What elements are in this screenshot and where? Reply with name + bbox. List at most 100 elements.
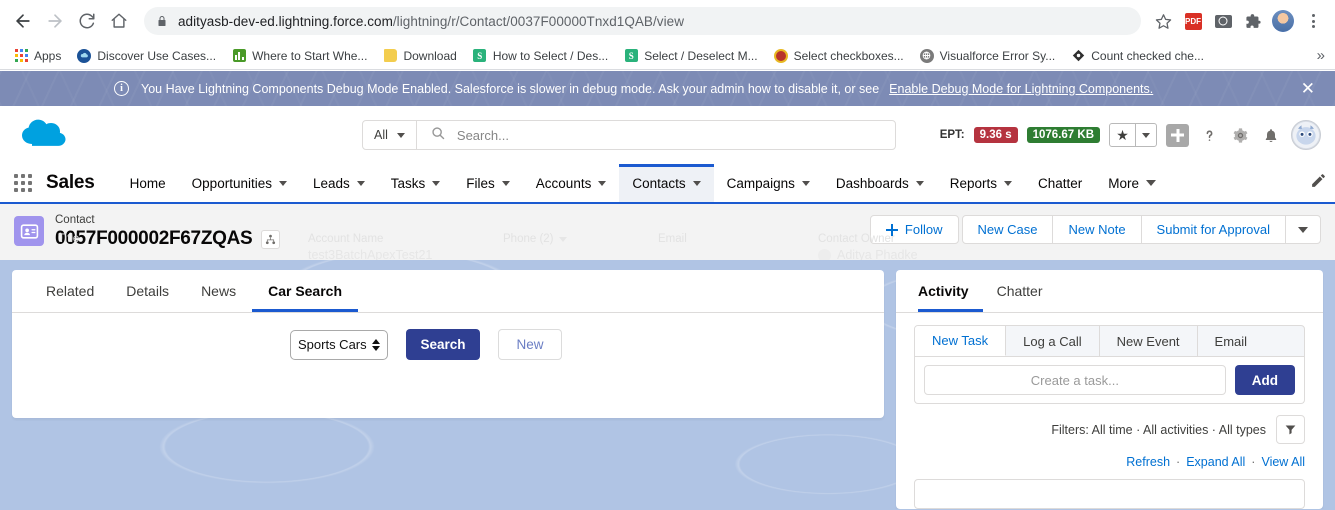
bookmark-how-to-select[interactable]: S How to Select / Des... xyxy=(465,46,616,66)
nav-item-contacts[interactable]: Contacts xyxy=(619,164,714,202)
bookmark-count-checked[interactable]: Count checked che... xyxy=(1063,46,1212,66)
funnel-icon[interactable] xyxy=(1276,415,1305,444)
app-navigation-bar: Sales Home Opportunities Leads Tasks Fil… xyxy=(0,164,1335,204)
pencil-icon[interactable] xyxy=(1310,172,1335,194)
link-separator: · xyxy=(1176,455,1181,469)
expand-all-link[interactable]: Expand All xyxy=(1186,455,1245,469)
bookmark-label: Count checked che... xyxy=(1091,48,1204,63)
nav-item-files[interactable]: Files xyxy=(453,164,523,202)
address-bar[interactable]: adityasb-dev-ed.lightning.force.com/ligh… xyxy=(144,7,1141,35)
nav-item-opportunities[interactable]: Opportunities xyxy=(179,164,300,202)
nav-item-reports[interactable]: Reports xyxy=(937,164,1025,202)
apps-grid-icon xyxy=(14,49,28,63)
activity-subtabs: New Task Log a Call New Event Email xyxy=(914,325,1305,357)
chrome-profile-avatar[interactable] xyxy=(1269,7,1297,35)
highlight-label: Phone (2) xyxy=(503,232,658,247)
tab-activity[interactable]: Activity xyxy=(918,270,983,312)
bookmark-discover-use-cases[interactable]: Discover Use Cases... xyxy=(69,46,224,66)
pdf-extension-icon[interactable]: PDF xyxy=(1179,7,1207,35)
back-arrow-icon[interactable] xyxy=(8,6,38,36)
search-button[interactable]: Search xyxy=(406,329,480,360)
enable-debug-mode-link[interactable]: Enable Debug Mode for Lightning Componen… xyxy=(889,82,1153,96)
record-columns: Related Details News Car Search Sports C… xyxy=(0,260,1335,509)
subtab-email[interactable]: Email xyxy=(1198,326,1265,356)
highlight-value: Aditya Phadke xyxy=(818,247,998,260)
reload-icon[interactable] xyxy=(72,6,102,36)
nav-item-chatter[interactable]: Chatter xyxy=(1025,164,1095,202)
new-task-row: Create a task... Add xyxy=(914,357,1305,404)
hierarchy-icon[interactable] xyxy=(261,229,281,249)
follow-button[interactable]: Follow xyxy=(869,215,959,244)
nav-item-home[interactable]: Home xyxy=(117,164,179,202)
favorites-control[interactable]: ★ xyxy=(1109,123,1157,147)
chart-bars-icon xyxy=(232,49,246,63)
nav-item-tasks[interactable]: Tasks xyxy=(378,164,454,202)
nav-item-more[interactable]: More xyxy=(1095,164,1169,202)
create-task-input[interactable]: Create a task... xyxy=(924,365,1226,395)
subtab-log-a-call[interactable]: Log a Call xyxy=(1006,326,1100,356)
salesforce-cloud-logo[interactable] xyxy=(18,113,76,158)
ept-label: EPT: xyxy=(939,129,965,141)
tab-details[interactable]: Details xyxy=(110,270,185,312)
chrome-menu-icon[interactable] xyxy=(1299,7,1327,35)
chevron-down-icon xyxy=(598,180,607,186)
bookmark-where-to-start[interactable]: Where to Start Whe... xyxy=(224,46,375,66)
search-input[interactable]: Search... xyxy=(417,126,895,145)
screenshot-extension-icon[interactable] xyxy=(1209,7,1237,35)
car-type-select[interactable]: Sports Cars xyxy=(290,329,388,360)
record-object-label: Contact xyxy=(55,214,95,226)
question-mark-icon[interactable] xyxy=(1198,126,1220,145)
bookmark-download[interactable]: Download xyxy=(375,46,464,66)
forward-arrow-icon[interactable] xyxy=(40,6,70,36)
record-action-buttons: Follow New Case New Note Submit for Appr… xyxy=(869,215,1321,244)
submit-for-approval-button[interactable]: Submit for Approval xyxy=(1140,215,1286,244)
bookmark-select-deselect[interactable]: S Select / Deselect M... xyxy=(616,46,765,66)
favorites-chevron-down-icon[interactable] xyxy=(1135,124,1156,146)
global-search-box[interactable]: All Search... xyxy=(362,120,896,150)
record-actions-more-button[interactable] xyxy=(1285,215,1321,244)
bell-icon[interactable] xyxy=(1260,127,1282,144)
bookmark-visualforce-error[interactable]: Visualforce Error Sy... xyxy=(912,46,1064,66)
filters-summary: Filters: All time · All activities · All… xyxy=(1051,422,1266,437)
plus-icon[interactable] xyxy=(1166,123,1189,147)
new-case-button[interactable]: New Case xyxy=(961,215,1054,244)
bookmark-star-icon[interactable] xyxy=(1149,7,1177,35)
user-avatar[interactable] xyxy=(1291,120,1321,150)
new-note-button[interactable]: New Note xyxy=(1052,215,1142,244)
new-button[interactable]: New xyxy=(498,329,562,360)
nav-item-leads[interactable]: Leads xyxy=(300,164,378,202)
chevron-down-icon xyxy=(558,237,567,242)
tab-related[interactable]: Related xyxy=(30,270,110,312)
subtab-new-task[interactable]: New Task xyxy=(915,326,1007,356)
nav-label: Leads xyxy=(312,175,350,191)
chevron-down-icon xyxy=(801,180,810,186)
bookmark-apps[interactable]: Apps xyxy=(6,46,69,66)
subtab-new-event[interactable]: New Event xyxy=(1100,326,1198,356)
tab-news[interactable]: News xyxy=(185,270,252,312)
chevron-down-icon xyxy=(1298,226,1308,233)
add-task-button[interactable]: Add xyxy=(1234,365,1295,395)
search-scope-selector[interactable]: All xyxy=(363,121,417,149)
bookmark-label: How to Select / Des... xyxy=(492,48,609,63)
refresh-link[interactable]: Refresh xyxy=(1126,455,1170,469)
star-icon[interactable]: ★ xyxy=(1110,124,1135,146)
nav-item-campaigns[interactable]: Campaigns xyxy=(714,164,823,202)
activity-panel: Activity Chatter New Task Log a Call New… xyxy=(896,270,1323,509)
tab-car-search[interactable]: Car Search xyxy=(252,270,358,312)
home-icon[interactable] xyxy=(104,6,134,36)
spinner-arrows-icon[interactable] xyxy=(372,338,380,351)
bookmark-select-checkboxes[interactable]: Select checkboxes... xyxy=(766,46,912,66)
bookmarks-overflow-button[interactable]: » xyxy=(1317,47,1329,64)
extensions-puzzle-icon[interactable] xyxy=(1239,7,1267,35)
view-all-link[interactable]: View All xyxy=(1261,455,1305,469)
search-icon xyxy=(431,126,445,145)
close-icon[interactable]: ✕ xyxy=(1301,80,1321,97)
activity-tab-bar: Activity Chatter xyxy=(896,270,1323,313)
nav-item-accounts[interactable]: Accounts xyxy=(523,164,620,202)
nav-item-dashboards[interactable]: Dashboards xyxy=(823,164,937,202)
tab-chatter[interactable]: Chatter xyxy=(983,270,1057,312)
plus-icon xyxy=(886,224,898,236)
activity-composer: New Task Log a Call New Event Email Crea… xyxy=(896,313,1323,509)
app-launcher-icon[interactable] xyxy=(14,174,32,192)
gear-icon[interactable] xyxy=(1229,127,1251,144)
